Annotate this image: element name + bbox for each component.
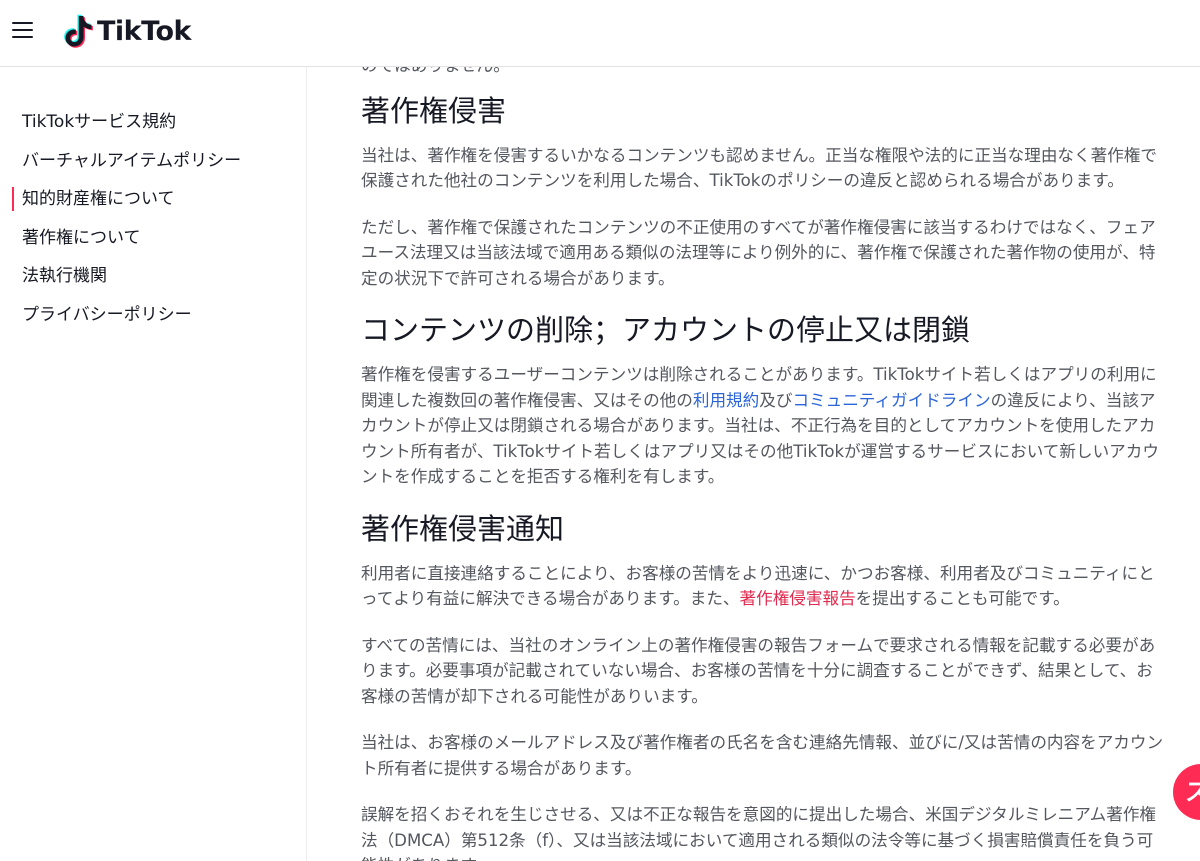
sidebar-item-virtual-items-policy[interactable]: バーチャルアイテムポリシー — [0, 146, 306, 185]
sidebar-item-law-enforcement[interactable]: 法執行機関 — [0, 261, 306, 300]
community-guidelines-link[interactable]: コミュニティガイドライン — [792, 391, 990, 410]
section-heading-content-removal: コンテンツの削除；アカウントの停止又は閉鎖 — [361, 313, 971, 347]
terms-of-service-link[interactable]: 利用規約 — [693, 391, 759, 410]
sidebar-item-privacy-policy[interactable]: プライバシーポリシー — [0, 300, 306, 339]
paragraph: 当社は、著作権を侵害するいかなるコンテンツも認めません。正当な権限や法的に正当な… — [361, 145, 1157, 191]
paragraph: 当社は、お客様のメールアドレス及び著作権者の氏名を含む連絡先情報、並びに/又は苦… — [361, 733, 1164, 778]
section-heading-copyright-infringement: 著作権侵害 — [361, 93, 507, 128]
top-header: TikTok — [0, 0, 1200, 67]
paragraph: 著作権を侵害するユーザーコンテンツは削除されることがあります。TikTokサイト… — [361, 365, 1159, 486]
intro-tail-text: のではありません。 — [361, 67, 1166, 79]
paragraph: ただし、著作権で保護されたコンテンツの不正使用のすべてが著作権侵害に該当するわけ… — [361, 217, 1156, 288]
paragraph: 利用者に直接連絡することにより、お客様の苦情をより迅速に、かつお客様、利用者及び… — [361, 563, 1155, 609]
tiktok-note-icon — [64, 14, 93, 48]
sidebar-item-intellectual-property[interactable]: 知的財産権について — [0, 184, 306, 223]
article: のではありません。 著作権侵害 当社は、著作権を侵害するいかなるコンテンツも認め… — [361, 67, 1166, 861]
main-content[interactable]: のではありません。 著作権侵害 当社は、著作権を侵害するいかなるコンテンツも認め… — [308, 67, 1200, 861]
sidebar-item-copyright[interactable]: 著作権について — [0, 223, 306, 262]
paragraph: 誤解を招くおそれを生じさせる、又は不正な報告を意図的に提出した場合、米国デジタル… — [361, 805, 1157, 861]
hamburger-menu-icon[interactable] — [12, 21, 34, 39]
sidebar-nav: TikTokサービス規約 バーチャルアイテムポリシー 知的財産権について 著作権… — [0, 107, 306, 338]
sidebar-item-terms-of-service[interactable]: TikTokサービス規約 — [0, 107, 306, 146]
brand-name: TikTok — [97, 15, 191, 47]
paragraph: すべての苦情には、当社のオンライン上の著作権侵害の報告フォームで要求される情報を… — [361, 635, 1156, 706]
tiktok-logo[interactable]: TikTok — [64, 13, 191, 49]
section-heading-infringement-notice: 著作権侵害通知 — [361, 511, 565, 546]
copyright-report-link[interactable]: 著作権侵害報告 — [740, 589, 856, 608]
sidebar: TikTokサービス規約 バーチャルアイテムポリシー 知的財産権について 著作権… — [0, 67, 307, 861]
